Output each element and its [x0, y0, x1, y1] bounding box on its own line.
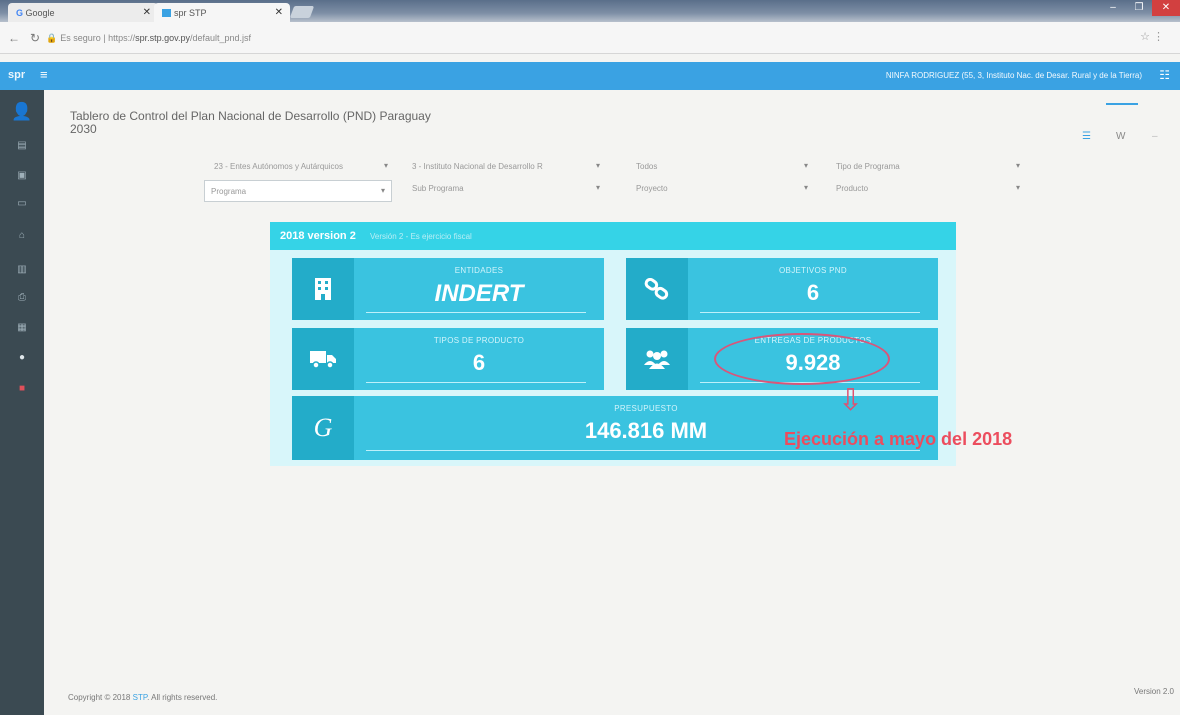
back-arrow-icon[interactable]: ← [8, 31, 20, 45]
guarani-currency-icon: G [292, 396, 354, 460]
tab-title: spr STP [174, 8, 207, 18]
chevron-down-icon: ▾ [383, 161, 388, 170]
sidebar-list-icon[interactable]: ▣ [0, 170, 44, 181]
close-window-button[interactable]: ✕ [1152, 0, 1180, 16]
url-field[interactable]: 🔒 Es seguro | https://spr.stp.gov.py/defa… [46, 28, 1046, 48]
filter-value: Producto [836, 184, 869, 193]
chevron-down-icon: ▾ [803, 161, 808, 170]
user-info[interactable]: NINFA RODRIGUEZ (55, 3, Instituto Nac. d… [886, 71, 1142, 80]
filter-value: 23 - Entes Autónomos y Autárquicos [214, 162, 343, 171]
footer-prefix: Copyright © 2018 [68, 693, 131, 702]
footer-link[interactable]: STP [133, 693, 148, 702]
card-objetivos-pnd[interactable]: OBJETIVOS PND 6 [626, 258, 938, 320]
sidebar-print-icon[interactable]: ⎙ [0, 292, 44, 303]
filter-entidad-tipo[interactable]: 23 - Entes Autónomos y Autárquicos ▾ [208, 158, 394, 176]
reload-icon[interactable]: ↻ [30, 31, 40, 45]
users-icon [626, 328, 688, 390]
building-icon [292, 258, 354, 320]
sidebar-report-icon[interactable]: ▥ [0, 264, 44, 275]
version-label: Version 2.0 [1133, 687, 1174, 696]
lock-icon: 🔒 [46, 33, 58, 43]
view-toggle-dash[interactable]: – [1152, 131, 1158, 142]
card-label: TIPOS DE PRODUCTO [433, 336, 525, 345]
app-logo[interactable]: spr [8, 69, 25, 81]
google-icon: G [16, 8, 26, 18]
footer-copyright: Copyright © 2018 STP. All rights reserve… [68, 693, 217, 702]
card-underline [700, 312, 920, 313]
panel-title: 2018 version 2 [280, 230, 356, 242]
sidebar-info-icon[interactable]: ● [0, 352, 44, 363]
browser-tab-google[interactable]: G Google ✕ [8, 3, 158, 22]
annotation-arrow-icon: ⇩ [838, 384, 864, 417]
browser-tab-spr[interactable]: spr STP ✕ [154, 3, 290, 22]
filter-institucion[interactable]: 3 - Instituto Nacional de Desarrollo R ▾ [406, 158, 606, 176]
sidebar-monitor-icon[interactable]: ▭ [0, 198, 44, 209]
annotation-text: Ejecución a mayo del 2018 [784, 429, 1013, 449]
browser-tab-strip: G Google ✕ spr STP ✕ – ❐ ✕ [0, 0, 1180, 22]
truck-icon [292, 328, 354, 390]
sidebar-chart-icon[interactable]: ▦ [0, 322, 44, 333]
filter-value: Tipo de Programa [836, 162, 900, 171]
filter-sub-programa[interactable]: Sub Programa ▾ [406, 180, 606, 198]
footer-suffix: . All rights reserved. [147, 693, 218, 702]
close-tab-icon[interactable]: ✕ [275, 7, 283, 18]
chevron-down-icon: ▾ [380, 186, 385, 195]
chevron-down-icon: ▾ [595, 161, 600, 170]
card-label: OBJETIVOS PND [779, 266, 847, 275]
menu-toggle-icon[interactable]: ≡ [40, 67, 48, 82]
chevron-down-icon: ▾ [1015, 161, 1020, 170]
panel-subtitle: Versión 2 - Es ejercicio fiscal [370, 232, 472, 241]
filter-programa[interactable]: Programa ▾ [204, 180, 392, 202]
app-header-bar: spr ≡ NINFA RODRIGUEZ (55, 3, Instituto … [0, 62, 1180, 90]
filter-proyecto[interactable]: Proyecto ▾ [630, 180, 814, 198]
page-title-line2: 2030 [70, 122, 97, 136]
chevron-down-icon: ▾ [803, 183, 808, 192]
filter-value: Proyecto [636, 184, 668, 193]
sidebar: 👤 ▤ ▣ ▭ ⌂ ▥ ⎙ ▦ ● ■ [0, 90, 44, 715]
annotation-ellipse [714, 333, 890, 385]
panel-header: 2018 version 2 Versión 2 - Es ejercicio … [270, 222, 956, 250]
active-view-indicator [1106, 103, 1138, 105]
card-value: INDERT [434, 280, 524, 307]
card-underline [366, 312, 586, 313]
tab-title: Google [25, 8, 55, 18]
browser-address-bar: ← ↻ 🔒 Es seguro | https://spr.stp.gov.py/… [0, 22, 1180, 54]
close-tab-icon[interactable]: ✕ [143, 7, 151, 18]
list-view-icon[interactable]: ☰ [1082, 131, 1091, 142]
view-toggle-w[interactable]: W [1116, 131, 1125, 142]
chevron-down-icon: ▾ [595, 183, 600, 192]
card-entidades[interactable]: ENTIDADES INDERT [292, 258, 604, 320]
url-path: /default_pnd.jsf [189, 33, 252, 43]
filter-todos[interactable]: Todos ▾ [630, 158, 814, 176]
url-domain: spr.stp.gov.py [135, 33, 190, 43]
apps-grid-icon[interactable]: ☷ [1159, 68, 1170, 82]
page-title: Tablero de Control del Plan Nacional de … [70, 110, 490, 136]
card-value: 6 [806, 280, 820, 305]
sidebar-home-icon[interactable]: ⌂ [0, 230, 44, 241]
sidebar-alert-icon[interactable]: ■ [0, 383, 44, 394]
filter-tipo-programa[interactable]: Tipo de Programa ▾ [830, 158, 1026, 176]
filter-value: Sub Programa [412, 184, 464, 193]
maximize-window-button[interactable]: ❐ [1126, 0, 1152, 16]
filter-producto[interactable]: Producto ▾ [830, 180, 1026, 198]
page-title-line1: Tablero de Control del Plan Nacional de … [70, 109, 431, 123]
chevron-down-icon: ▾ [1015, 183, 1020, 192]
filter-value: Programa [211, 187, 247, 196]
filter-value: Todos [636, 162, 658, 171]
card-tipos-de-producto[interactable]: TIPOS DE PRODUCTO 6 [292, 328, 604, 390]
url-secure-label: Es seguro [60, 33, 101, 43]
bookmark-star-icon[interactable]: ☆ ⋮ [1140, 30, 1164, 43]
link-icon [626, 258, 688, 320]
sidebar-dashboard-icon[interactable]: ▤ [0, 140, 44, 151]
filter-value: 3 - Instituto Nacional de Desarrollo R [412, 162, 543, 171]
card-underline [366, 450, 920, 451]
new-tab-button[interactable] [289, 6, 315, 18]
url-prefix: https:// [108, 33, 136, 43]
minimize-window-button[interactable]: – [1100, 0, 1126, 16]
user-avatar-icon[interactable]: 👤 [0, 102, 44, 122]
site-favicon-icon [162, 9, 171, 17]
card-value: 6 [472, 350, 486, 375]
card-underline [366, 382, 586, 383]
card-label: ENTIDADES [454, 266, 504, 275]
